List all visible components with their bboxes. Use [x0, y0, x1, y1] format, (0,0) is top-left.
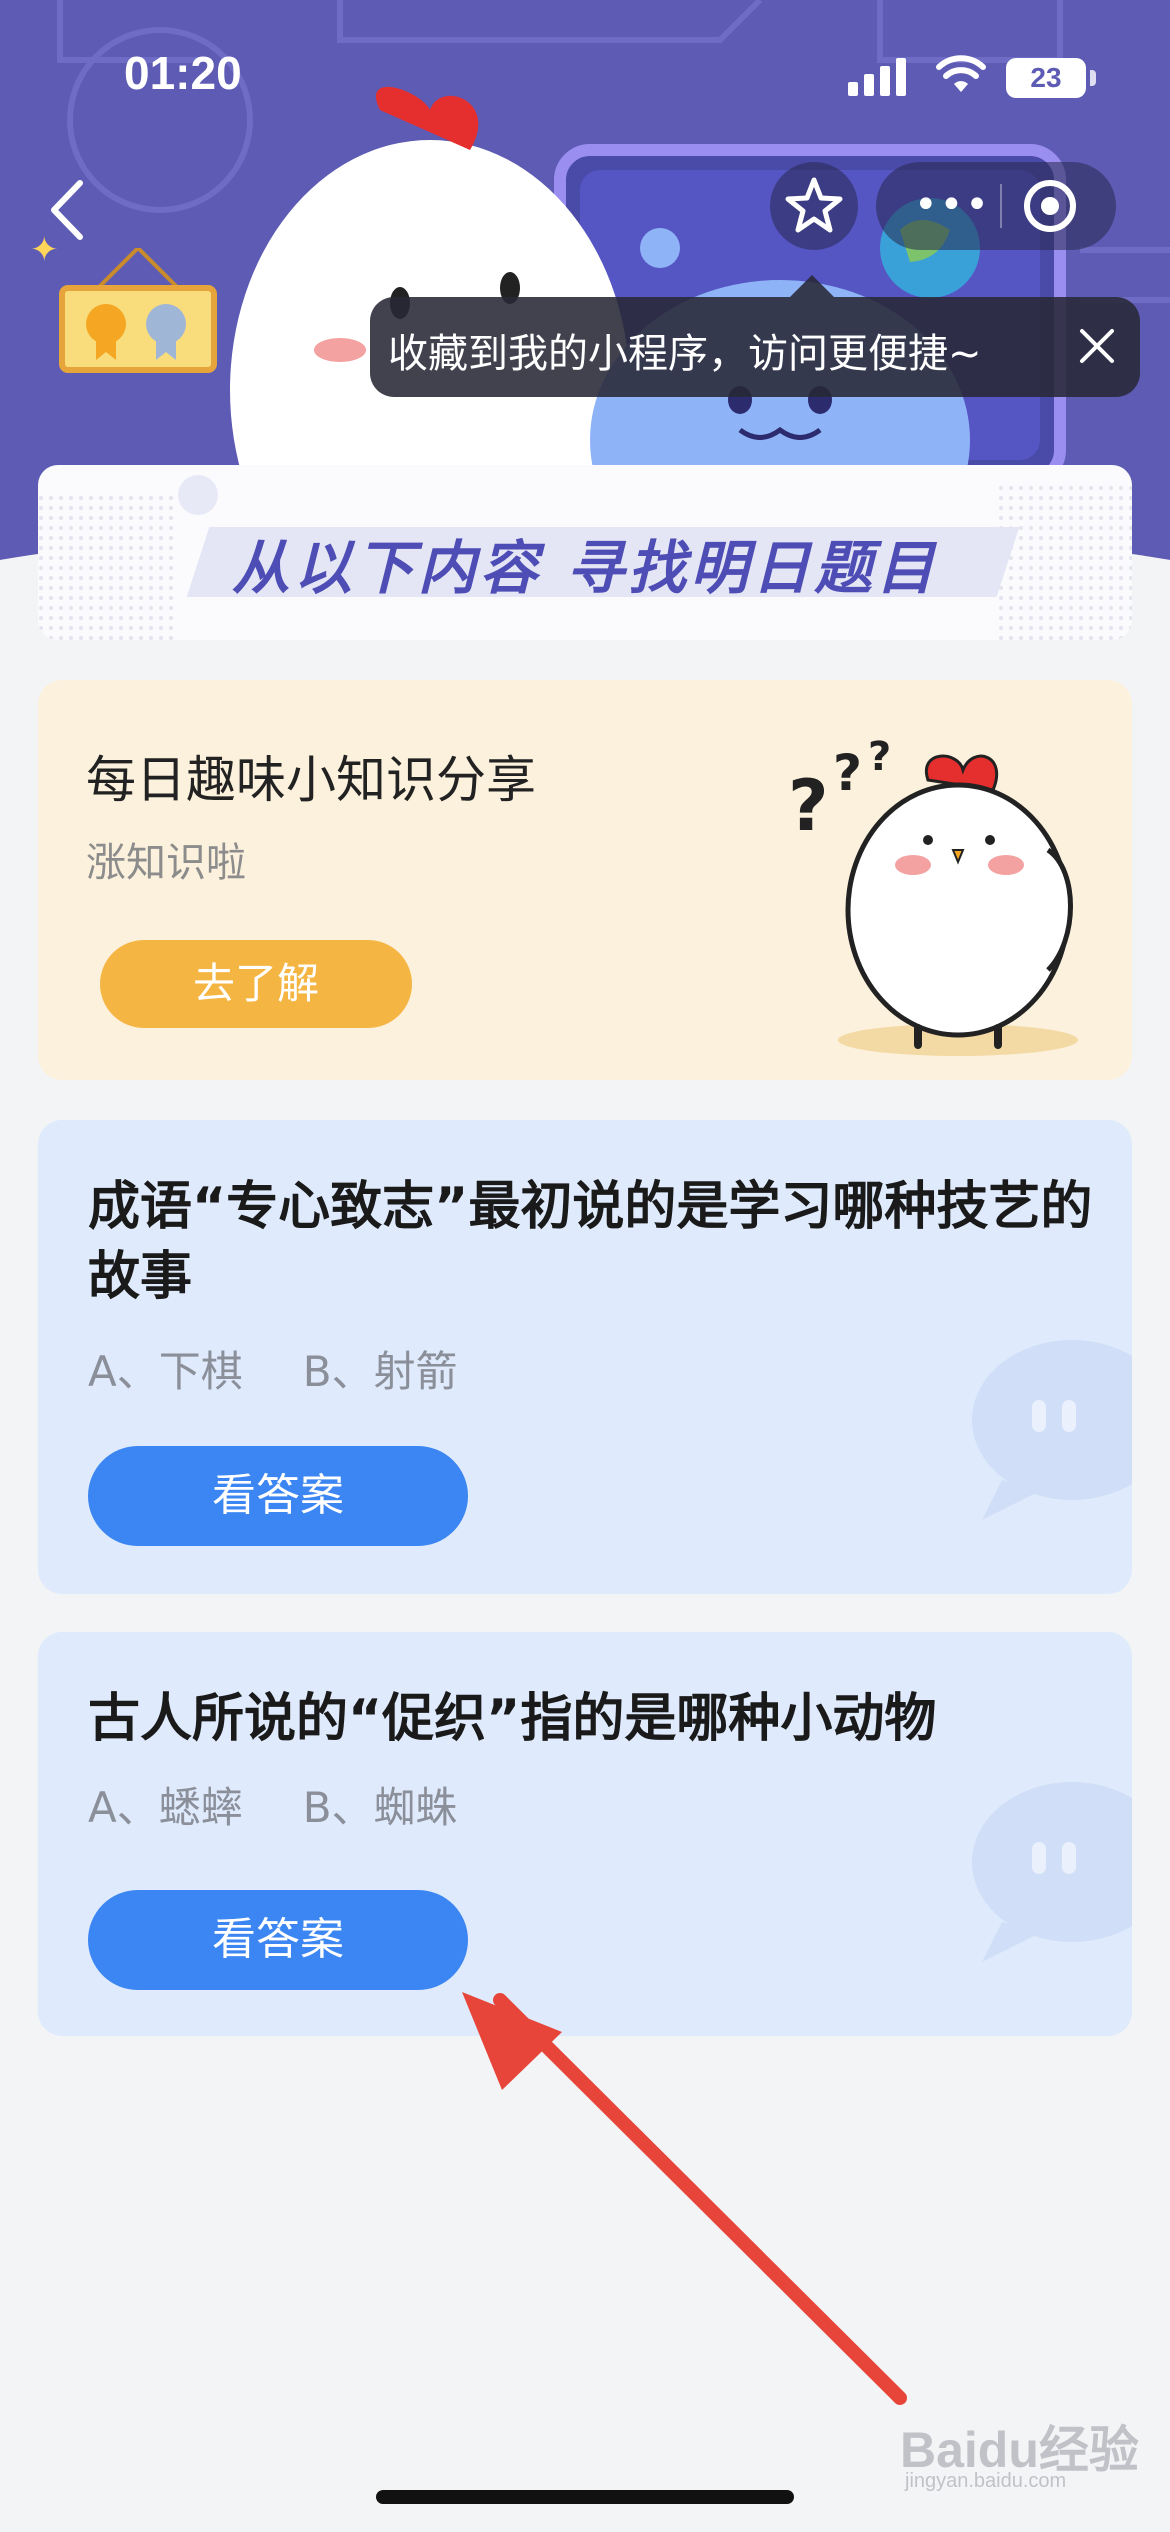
watermark-url: jingyan.baidu.com [905, 2470, 1067, 2492]
home-indicator[interactable] [376, 2490, 794, 2504]
annotation-arrow [462, 1992, 907, 2405]
